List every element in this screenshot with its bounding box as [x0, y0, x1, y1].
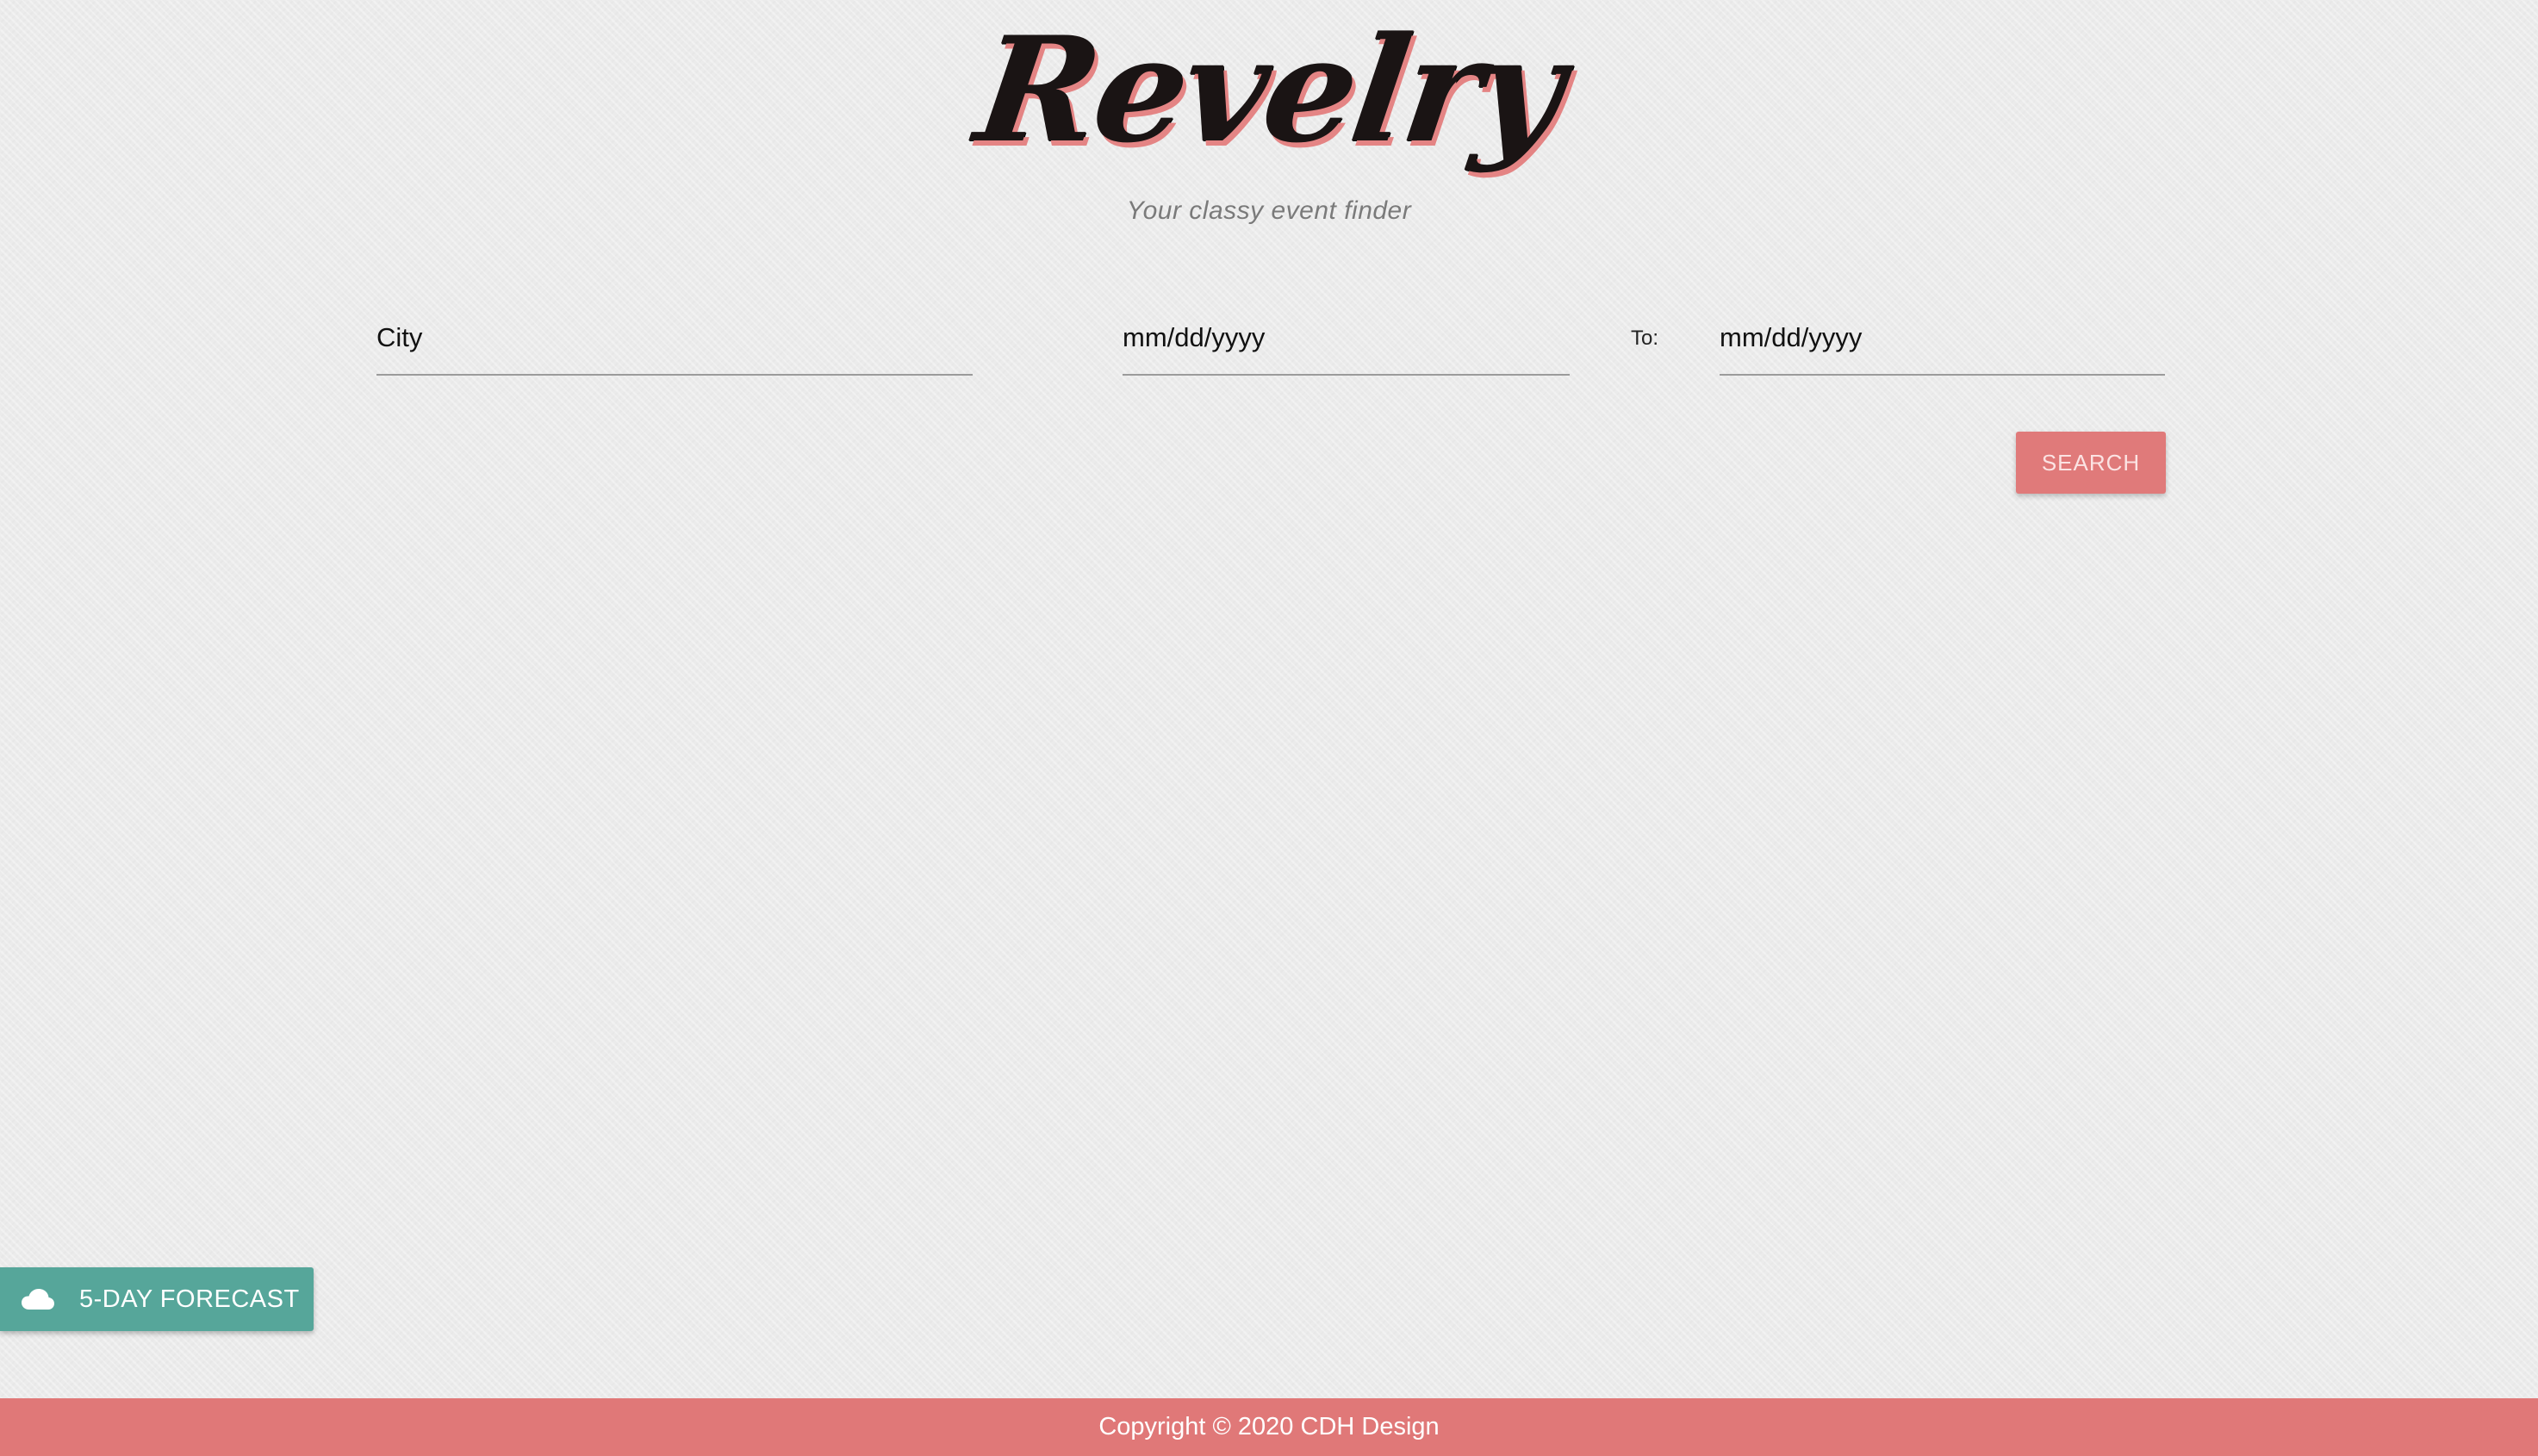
search-button[interactable]: SEARCH — [2016, 432, 2166, 494]
to-date-field — [1720, 310, 2165, 376]
forecast-label: 5-DAY FORECAST — [79, 1285, 300, 1313]
to-label: To: — [1631, 327, 1659, 350]
city-input[interactable] — [376, 310, 973, 365]
footer: Copyright © 2020 CDH Design — [0, 1398, 2538, 1456]
logo: Revelry — [967, 4, 1571, 175]
from-date-input[interactable] — [1123, 310, 1570, 365]
from-date-field — [1123, 310, 1570, 376]
to-date-input[interactable] — [1720, 310, 2165, 365]
tagline: Your classy event finder — [1126, 196, 1412, 225]
copyright-text: Copyright © 2020 CDH Design — [1098, 1413, 1440, 1440]
city-field — [376, 310, 973, 376]
cloud-icon — [21, 1287, 55, 1311]
forecast-button[interactable]: 5-DAY FORECAST — [0, 1267, 314, 1331]
